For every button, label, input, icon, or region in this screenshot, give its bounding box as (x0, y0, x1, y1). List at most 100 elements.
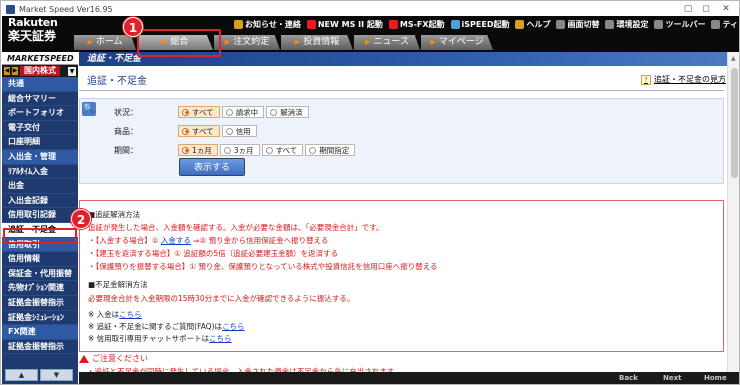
prev-icon[interactable]: ◀ (4, 67, 10, 75)
top-links: お知らせ・連絡 NEW MS II 起動 MS-FX起動 iSPEED起動 ヘルプ 画面切… (234, 19, 739, 30)
rakuten-logo: Rakuten 楽天証券 (4, 17, 72, 51)
toplink-label[interactable]: お知らせ・連絡 (245, 19, 301, 30)
toplink-label[interactable]: 画面切替 (567, 19, 599, 30)
option-label: すべて (192, 126, 214, 136)
product-filter: 商品： すべて 信用 (114, 125, 259, 137)
title-bar: Market Speed Ver16.95 ▢ ◻ ✕ (2, 2, 739, 16)
radio-icon[interactable] (182, 108, 189, 116)
radio-icon[interactable] (309, 146, 317, 154)
toplink-label[interactable]: ティッカー (722, 19, 739, 30)
period-option[interactable]: 期間指定 (305, 144, 356, 156)
minimize-icon[interactable]: ▢ (678, 2, 698, 16)
main-scrollbar[interactable]: ▲ (727, 52, 739, 384)
status-option[interactable]: 請求中 (221, 106, 265, 118)
status-option[interactable]: すべて (178, 106, 220, 118)
toplink-4[interactable]: ヘルプ (515, 19, 550, 30)
period-option[interactable]: すべて (261, 144, 304, 156)
sidebar-item[interactable]: 保証金・代用振替 (2, 267, 78, 282)
sidebar-section: 入出金・管理 (2, 149, 78, 165)
toplink-5[interactable]: 画面切替 (556, 19, 599, 30)
sidebar-item[interactable]: 信用情報 (2, 252, 78, 267)
chat-support-link[interactable]: こちら (209, 334, 232, 343)
next-icon[interactable]: ▶ (12, 67, 18, 75)
option-label: 請求中 (235, 107, 259, 117)
radio-icon[interactable] (182, 146, 189, 154)
scroll-up-icon[interactable]: ▲ (731, 55, 736, 62)
toplink-label[interactable]: iSPEED起動 (462, 19, 510, 30)
show-button[interactable]: 表示する (179, 158, 245, 176)
toplink-7[interactable]: ツールバー (654, 19, 705, 30)
radio-icon[interactable] (223, 146, 231, 154)
sidebar-item[interactable]: 総合サマリー (2, 92, 78, 107)
note-faq: ※ 追証・不足金に関するご質問(FAQ)はこちら (88, 321, 245, 332)
status-option[interactable]: 解消済 (266, 106, 309, 118)
sidebar-item[interactable]: ポートフォリオ (2, 106, 78, 121)
sidebar-item[interactable]: ﾘｱﾙﾀｲﾑ入金 (2, 165, 78, 180)
tab-arrow-icon: ▶ (87, 38, 93, 46)
scroll-down-button[interactable]: ▼ (40, 369, 73, 381)
sidebar-item[interactable]: 口座明細 (2, 135, 78, 150)
option-label: すべて (192, 107, 214, 117)
tab-5[interactable]: ▶ マイページ (421, 35, 493, 50)
caution-heading: ご注意ください (79, 353, 148, 364)
sidebar-item[interactable]: 出金 (2, 179, 78, 194)
back-button[interactable]: Back (619, 374, 638, 382)
radio-icon[interactable] (265, 146, 273, 154)
sidebar-item[interactable]: 電子交付 (2, 121, 78, 136)
deposit-here-link[interactable]: こちら (119, 310, 142, 319)
period-option[interactable]: 1ヵ月 (178, 144, 218, 156)
tab-0[interactable]: ▶ ホーム (74, 35, 136, 50)
tab-2[interactable]: ▶ 注文約定 (214, 35, 280, 50)
maximize-icon[interactable]: ◻ (696, 2, 716, 16)
scroll-thumb[interactable] (731, 68, 738, 178)
sidebar-item[interactable]: 証拠金振替指示 (2, 340, 78, 355)
fx-icon (388, 20, 398, 29)
tab-4[interactable]: ▶ ニュース (354, 35, 420, 50)
sidebar-item[interactable]: 先物ｵﾌﾟｼｮﾝ関連 (2, 281, 78, 296)
tab-arrow-icon: ▶ (430, 38, 436, 46)
toplink-2[interactable]: MS-FX起動 (388, 19, 445, 30)
tab-label: マイページ (438, 37, 484, 47)
home-button[interactable]: Home (704, 374, 727, 382)
radio-icon[interactable] (225, 127, 233, 135)
toplink-8[interactable]: ティッカー (711, 19, 739, 30)
option-label: 期間指定 (319, 145, 350, 155)
toplink-label[interactable]: 環境設定 (616, 19, 648, 30)
ticker-icon (711, 20, 721, 29)
toplink-3[interactable]: iSPEED起動 (450, 19, 510, 30)
sidebar-scroll-controls: ▲ ▼ (5, 369, 73, 381)
tab-3[interactable]: ▶ 投資情報 (281, 35, 353, 50)
scroll-up-button[interactable]: ▲ (5, 369, 38, 381)
radio-icon[interactable] (182, 127, 189, 135)
help-link-label[interactable]: 追証・不足金の見方 (654, 74, 726, 85)
chevron-down-icon[interactable]: ▼ (68, 66, 76, 76)
info-line-2: ・【入金する場合】① 入金する ⇒② 預り金から信用保証金へ振り替える (88, 235, 328, 246)
toplink-label[interactable]: NEW MS II 起動 (318, 19, 383, 30)
toplink-label[interactable]: MS-FX起動 (400, 19, 445, 30)
radio-icon[interactable] (225, 108, 233, 116)
toolbar-icon (654, 20, 664, 29)
radio-icon[interactable] (270, 108, 278, 116)
toplink-label[interactable]: ツールバー (665, 19, 705, 30)
toplink-1[interactable]: NEW MS II 起動 (306, 19, 383, 30)
deposit-link[interactable]: 入金する (161, 236, 191, 245)
sidebar-section: 共通 (2, 77, 78, 92)
sidebar-item[interactable]: 入出金記録 (2, 194, 78, 209)
toplink-label[interactable]: ヘルプ (526, 19, 550, 30)
sidebar-item[interactable]: 信用取引記録 (2, 208, 78, 223)
toplink-0[interactable]: お知らせ・連絡 (234, 19, 301, 30)
product-option[interactable]: 信用 (221, 125, 257, 137)
sidebar-menu: 共通 総合サマリー ポートフォリオ 電子交付 口座明細 入出金・管理 ﾘｱﾙﾀｲﾑ入金 出金入… (2, 77, 78, 355)
sidebar-item[interactable]: 証拠金振替指示 (2, 296, 78, 311)
help-link[interactable]: ? 追証・不足金の見方 (641, 74, 726, 85)
close-icon[interactable]: ✕ (716, 2, 736, 16)
tab-arrow-icon: ▶ (365, 38, 371, 46)
next-button[interactable]: Next (663, 374, 681, 382)
period-option[interactable]: 3ヵ月 (219, 144, 260, 156)
screen-switch-icon (556, 20, 566, 29)
market-select[interactable]: 国内株式 (20, 66, 60, 76)
faq-link[interactable]: こちら (222, 322, 245, 331)
toplink-6[interactable]: 環境設定 (605, 19, 648, 30)
sidebar-item[interactable]: 証拠金ｼﾐｭﾚｰｼｮﾝ (2, 311, 78, 326)
product-option[interactable]: すべて (178, 125, 220, 137)
